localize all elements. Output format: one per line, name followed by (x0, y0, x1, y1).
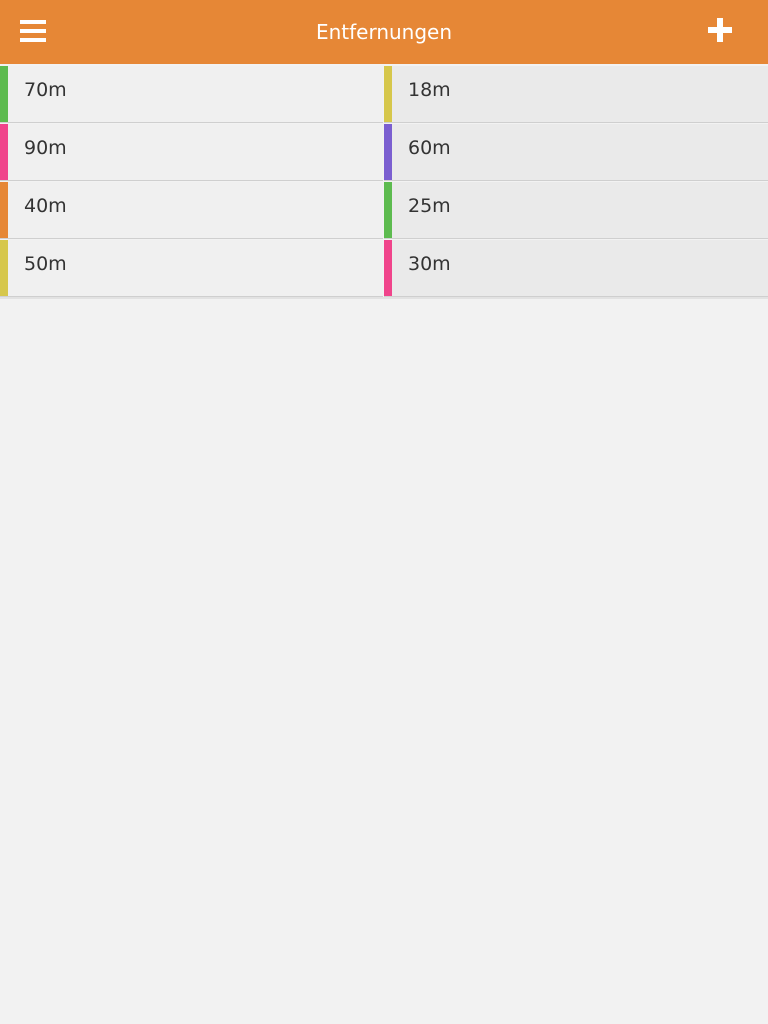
color-stripe (384, 124, 392, 180)
distance-label: 50m (24, 253, 67, 275)
color-stripe (384, 182, 392, 238)
distance-tile[interactable]: 25m (384, 182, 768, 239)
color-stripe (0, 124, 8, 180)
distance-tile[interactable]: 50m (0, 240, 383, 297)
distance-label: 60m (408, 137, 451, 159)
distance-label: 70m (24, 79, 67, 101)
color-stripe (0, 182, 8, 238)
distance-tile[interactable]: 90m (0, 124, 383, 181)
distance-label: 90m (24, 137, 67, 159)
top-bar: Entfernungen (0, 0, 768, 64)
distance-tile[interactable]: 18m (384, 66, 768, 123)
color-stripe (0, 66, 8, 122)
distance-label: 18m (408, 79, 451, 101)
list-bottom-divider (0, 297, 768, 299)
distance-tile[interactable]: 70m (0, 66, 383, 123)
distance-tile[interactable]: 40m (0, 182, 383, 239)
distance-label: 30m (408, 253, 451, 275)
color-stripe (0, 240, 8, 296)
page-title: Entfernungen (315, 20, 453, 44)
distance-tile[interactable]: 30m (384, 240, 768, 297)
color-stripe (384, 66, 392, 122)
menu-button[interactable] (20, 20, 46, 42)
add-distance-button[interactable] (708, 18, 732, 42)
distance-tile[interactable]: 60m (384, 124, 768, 181)
distance-label: 25m (408, 195, 451, 217)
color-stripe (384, 240, 392, 296)
distance-label: 40m (24, 195, 67, 217)
